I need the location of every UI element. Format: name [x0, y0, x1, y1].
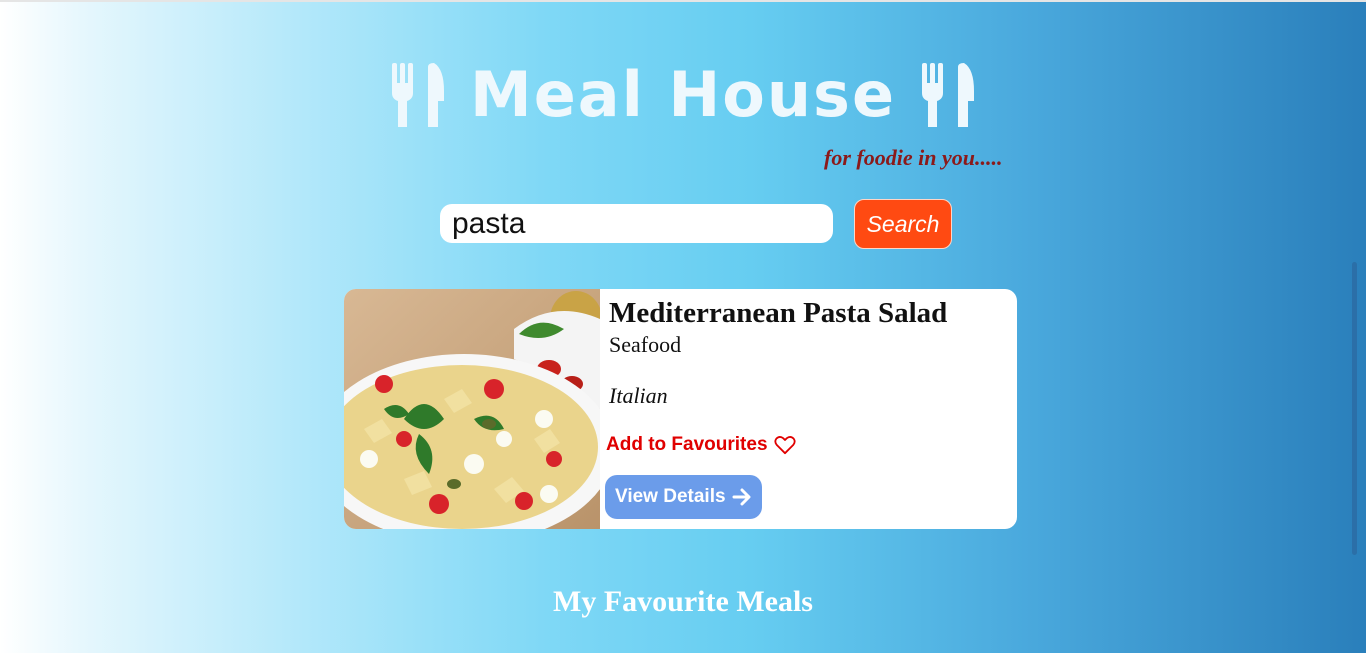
- fork-knife-icon: [392, 62, 444, 127]
- meal-card: Mediterranean Pasta Salad Seafood Italia…: [344, 289, 1017, 529]
- tagline: for foodie in you.....: [824, 145, 1003, 170]
- add-to-favourites-label: Add to Favourites: [606, 434, 768, 455]
- meal-image: [344, 289, 600, 529]
- view-details-label: View Details: [615, 486, 726, 507]
- search-button[interactable]: Search: [854, 199, 952, 249]
- meal-category: Seafood: [609, 332, 682, 357]
- view-details-button[interactable]: View Details: [605, 475, 762, 519]
- app-title: Meal House: [470, 58, 896, 131]
- app-brand: Meal House: [390, 58, 976, 131]
- add-to-favourites-link[interactable]: Add to Favourites: [606, 434, 796, 456]
- meal-area: Italian: [609, 383, 668, 408]
- arrow-right-icon: [732, 488, 751, 506]
- meal-info: Mediterranean Pasta Salad Seafood Italia…: [600, 289, 1017, 529]
- fork-knife-icon: [922, 62, 974, 127]
- app-header: Meal House: [0, 58, 1366, 131]
- scrollbar-thumb[interactable]: [1352, 262, 1357, 555]
- search-input[interactable]: [440, 204, 833, 243]
- heart-outline-icon: [773, 436, 796, 455]
- meal-name: Mediterranean Pasta Salad: [609, 297, 948, 329]
- favourites-heading: My Favourite Meals: [553, 585, 813, 618]
